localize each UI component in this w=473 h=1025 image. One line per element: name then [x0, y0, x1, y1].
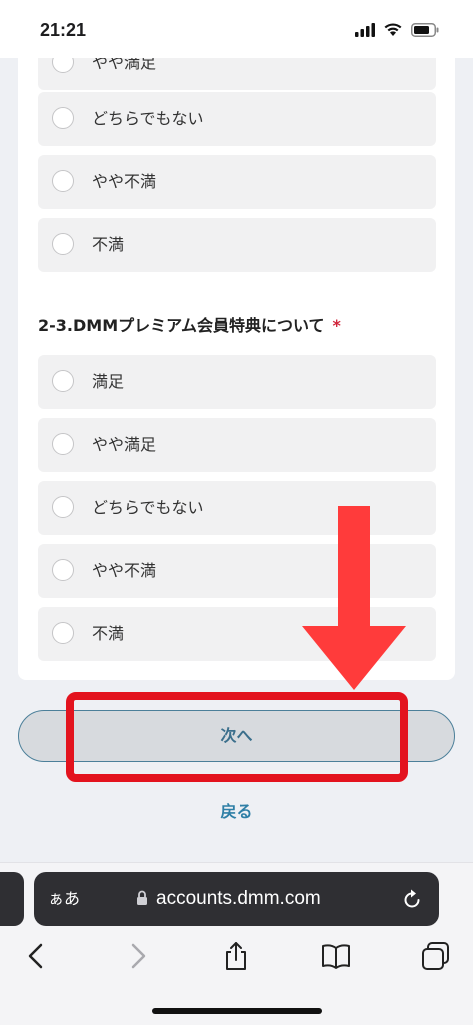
home-indicator [152, 1008, 322, 1014]
page-settings-button[interactable]: ぁあ [48, 872, 80, 926]
radio-button[interactable] [52, 107, 74, 129]
url-bar[interactable]: ぁあ accounts.dmm.com [34, 872, 439, 926]
back-link[interactable]: 戻る [0, 798, 473, 822]
reload-icon[interactable] [401, 888, 423, 910]
prev-option-4[interactable]: 不満 [38, 218, 436, 272]
question-title: 2-3.DMMプレミアム会員特典について * [38, 312, 341, 336]
prev-option-3[interactable]: やや不満 [38, 155, 436, 209]
status-time: 21:21 [40, 20, 87, 40]
previous-tab-edge[interactable] [0, 872, 24, 926]
url-text: accounts.dmm.com [156, 888, 321, 909]
required-mark: * [332, 316, 341, 335]
status-icons [355, 22, 439, 37]
share-icon[interactable] [220, 940, 252, 972]
option-label: やや不満 [92, 561, 157, 580]
option-1[interactable]: 満足 [38, 355, 436, 409]
tabs-icon[interactable] [420, 940, 452, 972]
radio-button[interactable] [52, 622, 74, 644]
lock-icon [137, 890, 147, 905]
radio-button[interactable] [52, 233, 74, 255]
question-text: 2-3.DMMプレミアム会員特典について [38, 316, 325, 335]
radio-button[interactable] [52, 496, 74, 518]
battery-icon [411, 22, 439, 37]
option-label: 不満 [92, 235, 125, 254]
status-bar: 21:21 [0, 0, 473, 58]
option-label: 不満 [92, 624, 125, 643]
back-icon[interactable] [20, 940, 52, 972]
signal-icon [355, 22, 375, 37]
wifi-icon [384, 23, 402, 36]
option-label: どちらでもない [92, 498, 204, 517]
radio-button[interactable] [52, 370, 74, 392]
option-label: やや満足 [92, 435, 157, 454]
forward-icon[interactable] [122, 940, 154, 972]
option-label: 満足 [92, 372, 125, 391]
annotation-highlight-box [66, 692, 408, 782]
option-label: どちらでもない [92, 109, 204, 128]
option-2[interactable]: やや満足 [38, 418, 436, 472]
radio-button[interactable] [52, 433, 74, 455]
bookmarks-icon[interactable] [320, 940, 352, 972]
radio-button[interactable] [52, 559, 74, 581]
annotation-arrow [302, 506, 406, 690]
option-label: やや不満 [92, 172, 157, 191]
prev-option-2[interactable]: どちらでもない [38, 92, 436, 146]
radio-button[interactable] [52, 170, 74, 192]
